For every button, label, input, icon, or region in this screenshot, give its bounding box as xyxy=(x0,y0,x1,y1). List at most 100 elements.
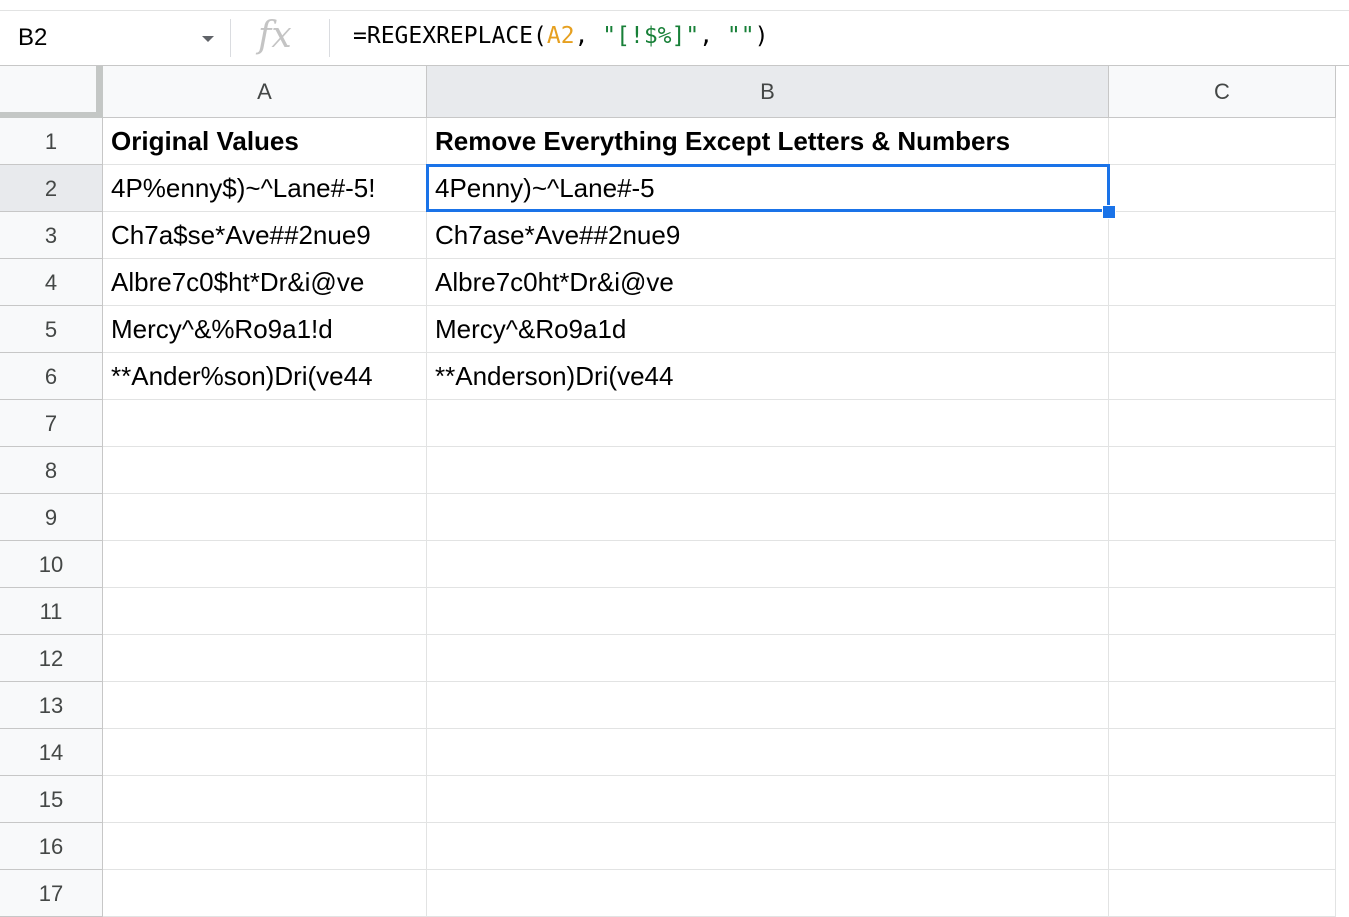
top-strip xyxy=(0,0,1349,11)
cell-value: 4Penny)~^Lane#-5 xyxy=(435,173,655,203)
cell-c12[interactable] xyxy=(1109,635,1336,682)
cell-a15[interactable] xyxy=(103,776,427,823)
cell-b3[interactable]: Ch7ase*Ave##2nue9 xyxy=(427,212,1109,259)
column-header-c[interactable]: C xyxy=(1109,66,1336,118)
cell-c11[interactable] xyxy=(1109,588,1336,635)
cell-b11[interactable] xyxy=(427,588,1109,635)
cell-b2[interactable]: 4Penny)~^Lane#-5 xyxy=(427,165,1109,212)
cell-c10[interactable] xyxy=(1109,541,1336,588)
row-header-1[interactable]: 1 xyxy=(0,118,103,165)
cell-b5[interactable]: Mercy^&Ro9a1d xyxy=(427,306,1109,353)
cell-value: Remove Everything Except Letters & Numbe… xyxy=(435,126,1011,156)
cell-b4[interactable]: Albre7c0ht*Dr&i@ve xyxy=(427,259,1109,306)
cell-b6[interactable]: **Anderson)Dri(ve44 xyxy=(427,353,1109,400)
cell-b10[interactable] xyxy=(427,541,1109,588)
cell-c2[interactable] xyxy=(1109,165,1336,212)
cell-c17[interactable] xyxy=(1109,870,1336,917)
freeze-column-handle[interactable] xyxy=(96,66,103,118)
cell-a14[interactable] xyxy=(103,729,427,776)
cell-c9[interactable] xyxy=(1109,494,1336,541)
cell-c13[interactable] xyxy=(1109,682,1336,729)
formula-input[interactable]: =REGEXREPLACE(A2, "[!$%]", "") xyxy=(353,23,768,49)
cell-c15[interactable] xyxy=(1109,776,1336,823)
cell-c4[interactable] xyxy=(1109,259,1336,306)
cell-a2[interactable]: 4P%enny$)~^Lane#-5! xyxy=(103,165,427,212)
cell-b1[interactable]: Remove Everything Except Letters & Numbe… xyxy=(427,118,1109,165)
cell-value: Mercy^&%Ro9a1!d xyxy=(111,314,333,344)
cell-value: **Ander%son)Dri(ve44 xyxy=(111,361,373,391)
cell-value: Mercy^&Ro9a1d xyxy=(435,314,627,344)
cell-value: Ch7ase*Ave##2nue9 xyxy=(435,220,681,250)
cell-c1[interactable] xyxy=(1109,118,1336,165)
cell-a9[interactable] xyxy=(103,494,427,541)
cell-b14[interactable] xyxy=(427,729,1109,776)
cell-b13[interactable] xyxy=(427,682,1109,729)
cell-c3[interactable] xyxy=(1109,212,1336,259)
row-header-10[interactable]: 10 xyxy=(0,541,103,588)
cell-a10[interactable] xyxy=(103,541,427,588)
cell-a7[interactable] xyxy=(103,400,427,447)
cell-b12[interactable] xyxy=(427,635,1109,682)
cell-b15[interactable] xyxy=(427,776,1109,823)
row-header-17[interactable]: 17 xyxy=(0,870,103,917)
row-header-2[interactable]: 2 xyxy=(0,165,103,212)
row-header-9[interactable]: 9 xyxy=(0,494,103,541)
row-header-5[interactable]: 5 xyxy=(0,306,103,353)
formula-bar: B2 fx =REGEXREPLACE(A2, "[!$%]", "") xyxy=(0,11,1349,66)
cell-a12[interactable] xyxy=(103,635,427,682)
row-header-4[interactable]: 4 xyxy=(0,259,103,306)
cell-c6[interactable] xyxy=(1109,353,1336,400)
name-box-value: B2 xyxy=(18,24,48,51)
divider xyxy=(230,19,231,57)
cell-b8[interactable] xyxy=(427,447,1109,494)
row-header-14[interactable]: 14 xyxy=(0,729,103,776)
row-header-8[interactable]: 8 xyxy=(0,447,103,494)
cell-a6[interactable]: **Ander%son)Dri(ve44 xyxy=(103,353,427,400)
row-header-11[interactable]: 11 xyxy=(0,588,103,635)
cell-a3[interactable]: Ch7a$se*Ave##2nue9 xyxy=(103,212,427,259)
row-header-7[interactable]: 7 xyxy=(0,400,103,447)
column-header-a[interactable]: A xyxy=(103,66,427,118)
formula-separator: , xyxy=(574,23,603,49)
row-header-13[interactable]: 13 xyxy=(0,682,103,729)
cell-c8[interactable] xyxy=(1109,447,1336,494)
cell-value: **Anderson)Dri(ve44 xyxy=(435,361,674,391)
cell-b16[interactable] xyxy=(427,823,1109,870)
cell-b9[interactable] xyxy=(427,494,1109,541)
cell-a4[interactable]: Albre7c0$ht*Dr&i@ve xyxy=(103,259,427,306)
row-header-15[interactable]: 15 xyxy=(0,776,103,823)
fx-icon: fx xyxy=(258,15,292,56)
cell-value: 4P%enny$)~^Lane#-5! xyxy=(111,173,376,203)
divider xyxy=(329,19,330,57)
row-header-12[interactable]: 12 xyxy=(0,635,103,682)
cell-c5[interactable] xyxy=(1109,306,1336,353)
formula-cell-ref: A2 xyxy=(546,23,575,49)
cell-a5[interactable]: Mercy^&%Ro9a1!d xyxy=(103,306,427,353)
cell-value: Albre7c0ht*Dr&i@ve xyxy=(435,267,674,297)
cell-a8[interactable] xyxy=(103,447,427,494)
cell-c14[interactable] xyxy=(1109,729,1336,776)
formula-pattern-string: "[!$%]" xyxy=(602,23,700,49)
cell-c16[interactable] xyxy=(1109,823,1336,870)
cell-b7[interactable] xyxy=(427,400,1109,447)
spreadsheet-grid: A B C 1 Original Values Remove Everything Exc… xyxy=(0,66,1349,917)
cell-value: Original Values xyxy=(111,126,299,156)
cell-a1[interactable]: Original Values xyxy=(103,118,427,165)
cell-value: Albre7c0$ht*Dr&i@ve xyxy=(111,267,365,297)
cell-a11[interactable] xyxy=(103,588,427,635)
formula-separator: , xyxy=(699,23,727,49)
cell-c7[interactable] xyxy=(1109,400,1336,447)
select-all-corner[interactable] xyxy=(0,66,103,118)
column-header-b[interactable]: B xyxy=(427,66,1109,118)
chevron-down-icon[interactable] xyxy=(202,36,214,42)
row-header-3[interactable]: 3 xyxy=(0,212,103,259)
fill-handle[interactable] xyxy=(1102,205,1116,219)
cell-a17[interactable] xyxy=(103,870,427,917)
row-header-6[interactable]: 6 xyxy=(0,353,103,400)
cell-b17[interactable] xyxy=(427,870,1109,917)
cell-a13[interactable] xyxy=(103,682,427,729)
formula-replacement-string: "" xyxy=(726,23,755,49)
cell-a16[interactable] xyxy=(103,823,427,870)
name-box[interactable]: B2 xyxy=(0,11,230,65)
row-header-16[interactable]: 16 xyxy=(0,823,103,870)
